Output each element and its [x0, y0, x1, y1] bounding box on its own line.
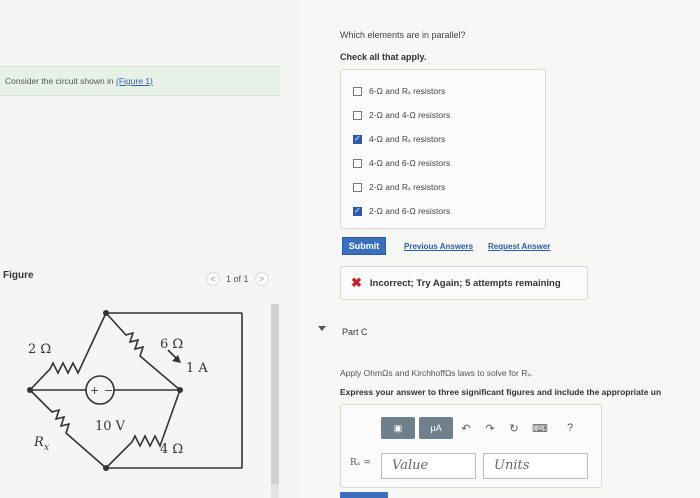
- prompt-text: Consider the circuit shown in: [5, 76, 117, 86]
- pager-label: 1 of 1: [226, 274, 249, 284]
- option-row[interactable]: ✓ 4-Ω and Rₓ resistors: [353, 132, 445, 146]
- prompt-text-wrapper: Consider the circuit shown in (Figure 1): [5, 76, 153, 86]
- redo-icon[interactable]: ↷: [483, 417, 497, 439]
- node-left: [27, 387, 33, 393]
- checkbox[interactable]: [353, 182, 362, 192]
- next-figure-button[interactable]: >: [254, 272, 269, 286]
- option-label: 2-Ω and Rₓ resistors: [369, 182, 446, 192]
- incorrect-icon: ✖: [351, 275, 362, 290]
- feedback-box: ✖ Incorrect; Try Again; 5 attempts remai…: [340, 266, 588, 300]
- label-6ohm: 6 Ω: [160, 337, 183, 352]
- answer-box: ▣ μA ↶ ↷ ↻ ⌨ ? Rₓ = Value Units: [340, 404, 602, 488]
- question-prompt: Which elements are in parallel?: [340, 30, 466, 40]
- request-answer-link[interactable]: Request Answer: [488, 242, 550, 251]
- units-input[interactable]: Units: [483, 453, 588, 479]
- option-row[interactable]: ✓ 2-Ω and 6-Ω resistors: [353, 204, 450, 218]
- options-box: 6-Ω and Rₓ resistors 2-Ω and 4-Ω resisto…: [340, 69, 546, 229]
- problem-prompt: Consider the circuit shown in (Figure 1): [0, 66, 280, 96]
- source-plus: +: [90, 384, 99, 397]
- part-c-title[interactable]: Part C: [342, 327, 368, 337]
- answer-label: Rₓ =: [350, 458, 371, 468]
- units-placeholder: Units: [494, 458, 530, 473]
- value-input[interactable]: Value: [381, 453, 476, 479]
- option-label: 4-Ω and 6-Ω resistors: [369, 158, 451, 168]
- prev-figure-button[interactable]: <: [206, 272, 220, 286]
- source-minus: −: [104, 384, 113, 397]
- undo-icon[interactable]: ↶: [459, 417, 473, 439]
- template-button[interactable]: ▣: [381, 417, 415, 439]
- node-right: [177, 387, 183, 393]
- label-2ohm: 2 Ω: [28, 342, 51, 357]
- checkbox[interactable]: [353, 110, 362, 120]
- node-bottom: [103, 465, 109, 471]
- figure-pager: < 1 of 1 >: [206, 270, 269, 288]
- label-rx-sub: x: [44, 443, 49, 453]
- previous-answers-link[interactable]: Previous Answers: [404, 242, 473, 251]
- option-label: 6-Ω and Rₓ resistors: [369, 86, 446, 96]
- help-icon[interactable]: ?: [563, 417, 577, 439]
- checkbox-checked[interactable]: ✓: [353, 206, 362, 216]
- figure-scrollbar-thumb[interactable]: [271, 304, 279, 484]
- keyboard-icon[interactable]: ⌨: [531, 417, 549, 439]
- value-placeholder: Value: [392, 458, 429, 473]
- option-label: 2-Ω and 4-Ω resistors: [369, 110, 451, 120]
- option-row[interactable]: 2-Ω and Rₓ resistors: [353, 180, 445, 194]
- option-row[interactable]: 4-Ω and 6-Ω resistors: [353, 156, 450, 170]
- option-row[interactable]: 6-Ω and Rₓ resistors: [353, 84, 445, 98]
- checkbox[interactable]: [353, 86, 362, 96]
- figure-title: Figure: [3, 270, 34, 281]
- submit-button[interactable]: Submit: [342, 237, 386, 255]
- figure-link[interactable]: (Figure 1): [116, 76, 153, 86]
- circuit-diagram: 2 Ω 6 Ω 1 A 10 V 4 Ω R x + −: [27, 310, 243, 471]
- submit-button-partial[interactable]: [340, 492, 388, 498]
- question-instruction: Check all that apply.: [340, 52, 427, 62]
- option-label: 2-Ω and 6-Ω resistors: [369, 206, 451, 216]
- feedback-text: Incorrect; Try Again; 5 attempts remaini…: [369, 277, 561, 289]
- part-c-format-instruction: Express your answer to three significant…: [340, 387, 662, 397]
- units-button[interactable]: μA: [419, 417, 453, 439]
- label-rx: R: [33, 435, 44, 450]
- option-row[interactable]: 2-Ω and 4-Ω resistors: [353, 108, 450, 122]
- checkbox-checked[interactable]: ✓: [353, 134, 362, 144]
- label-4ohm: 4 Ω: [160, 442, 183, 457]
- node-top: [103, 310, 109, 316]
- collapse-caret-icon[interactable]: [318, 326, 326, 331]
- reset-icon[interactable]: ↻: [507, 417, 521, 439]
- label-source: 10 V: [95, 419, 126, 434]
- option-label: 4-Ω and Rₓ resistors: [369, 134, 446, 144]
- checkbox[interactable]: [353, 158, 362, 168]
- part-c-instruction: Apply OhmΩs and KirchhoffΩs laws to solv…: [340, 368, 533, 378]
- label-current: 1 A: [186, 361, 208, 376]
